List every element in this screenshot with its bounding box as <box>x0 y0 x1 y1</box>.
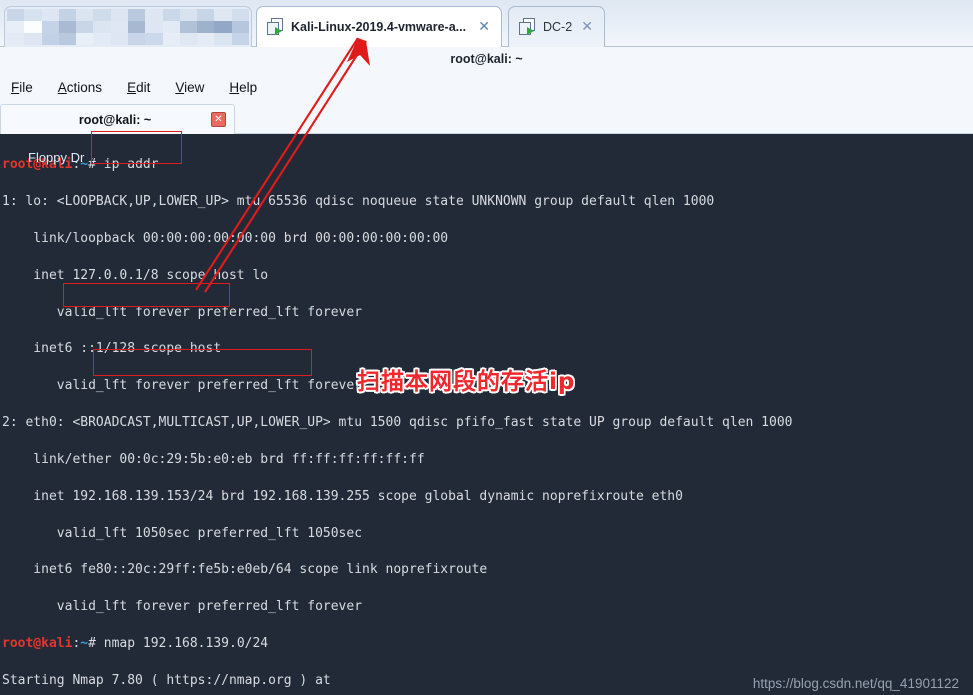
vm-tab-label: Kali-Linux-2019.4-vmware-a... <box>291 20 467 34</box>
terminal-tab[interactable]: root@kali: ~ ✕ <box>0 104 235 134</box>
virtual-machine-icon <box>519 18 536 36</box>
command-nmap: nmap 192.168.139.0/24 <box>103 635 269 651</box>
terminal-output: root@kali:~# ip addr 1: lo: <LOOPBACK,UP… <box>2 138 973 695</box>
terminal-tab-label: root@kali: ~ <box>78 112 152 127</box>
command-ip-addr: ip addr <box>103 157 159 173</box>
vmware-tab-strip: Kali-Linux-2019.4-vmware-a... ✕ DC-2 ✕ <box>0 0 973 47</box>
close-icon[interactable]: ✕ <box>476 20 492 34</box>
close-icon[interactable]: ✕ <box>211 112 226 127</box>
output-line: valid_lft 1050sec preferred_lft 1050sec <box>2 525 363 541</box>
vm-tab-dc-2[interactable]: DC-2 ✕ <box>508 6 605 47</box>
mosaic-blur-overlay <box>7 9 249 45</box>
menu-item-actions[interactable]: Actions <box>58 80 102 95</box>
menu-item-help[interactable]: Help <box>229 80 257 95</box>
prompt-sigil: # <box>88 157 104 173</box>
prompt-line-1: root@kali:~# ip addr <box>2 156 973 174</box>
menu-bar: File Actions Edit View Help <box>0 70 973 104</box>
terminal-tab-row: root@kali: ~ ✕ <box>0 104 973 134</box>
vm-tab-label: DC-2 <box>543 20 573 34</box>
output-line: link/loopback 00:00:00:00:00:00 brd 00:0… <box>2 231 449 247</box>
output-line: 2: eth0: <BROADCAST,MULTICAST,UP,LOWER_U… <box>2 415 793 431</box>
screenshot-root: Kali-Linux-2019.4-vmware-a... ✕ DC-2 ✕ r… <box>0 0 973 695</box>
output-line: inet6 fe80::20c:29ff:fe5b:e0eb/64 scope … <box>2 562 488 578</box>
menu-item-file[interactable]: File <box>11 80 33 95</box>
prompt-user: root@kali <box>2 157 73 173</box>
terminal-body[interactable]: Floppy Dr root@kali:~# ip addr 1: lo: <L… <box>0 134 973 695</box>
output-line: inet6 ::1/128 scope host <box>2 341 222 357</box>
close-icon[interactable]: ✕ <box>579 20 595 34</box>
prompt-path: ~ <box>80 157 89 173</box>
output-line: valid_lft forever preferred_lft forever <box>2 599 363 615</box>
console-title: root@kali: ~ <box>450 52 523 66</box>
prompt-line-2: root@kali:~# nmap 192.168.139.0/24 <box>2 635 973 653</box>
prompt-path: ~ <box>80 635 89 651</box>
menu-item-view[interactable]: View <box>175 80 204 95</box>
prompt-user: root@kali <box>2 635 73 651</box>
prompt-sigil: # <box>88 635 104 651</box>
menu-item-edit[interactable]: Edit <box>127 80 150 95</box>
vm-tab-kali-linux[interactable]: Kali-Linux-2019.4-vmware-a... ✕ <box>256 6 502 47</box>
watermark: https://blog.csdn.net/qq_41901122 <box>752 676 959 691</box>
output-line: valid_lft forever preferred_lft forever <box>2 304 363 320</box>
chinese-annotation: 扫描本网段的存活ip <box>357 369 576 395</box>
virtual-machine-icon <box>267 18 284 36</box>
output-line: 1: lo: <LOOPBACK,UP,LOWER_UP> mtu 65536 … <box>2 194 715 210</box>
output-line: inet 127.0.0.1/8 scope host lo <box>2 267 269 283</box>
vm-tab-blurred[interactable] <box>4 6 252 47</box>
output-line: link/ether 00:0c:29:5b:e0:eb brd ff:ff:f… <box>2 451 425 467</box>
output-line: inet 192.168.139.153/24 brd 192.168.139.… <box>2 488 683 504</box>
